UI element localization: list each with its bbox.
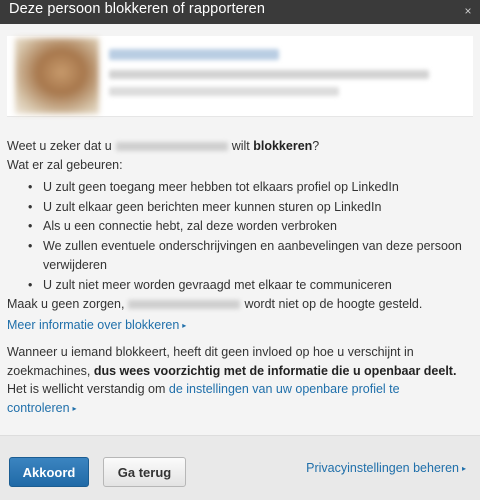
close-icon[interactable]: × [462,4,474,18]
blurred-profile-headline [109,70,429,79]
question-prefix: Weet u zeker dat u [7,139,112,153]
dialog-title: Deze persoon blokkeren of rapporteren [9,1,265,17]
list-item: Als u een connectie hebt, zal deze worde… [28,217,480,237]
list-item: U zult geen toegang meer hebben tot elka… [28,178,480,198]
list-item: U zult elkaar geen berichten meer kunnen… [28,198,480,218]
question-end: ? [312,139,320,153]
profile-card [7,36,473,117]
privacy-settings-link[interactable]: Privacyinstellingen beheren ▸ [306,459,466,478]
what-happens-heading: Wat er zal gebeuren: [7,158,123,172]
list-item: U zult niet meer worden gevraagd met elk… [28,276,480,296]
more-info-link[interactable]: Meer informatie over blokkeren ▸ [7,318,186,332]
more-info-link-label: Meer informatie over blokkeren [7,318,180,332]
back-button[interactable]: Ga terug [103,457,186,487]
reassure-suffix: wordt niet op de hoogte gesteld. [244,297,423,311]
avatar [15,38,99,114]
chevron-right-icon: ▸ [461,464,466,473]
blurred-person-name [128,300,241,310]
question-bold: blokkeren [253,139,313,153]
privacy-settings-link-label: Privacyinstellingen beheren [306,461,459,475]
chevron-right-icon: ▸ [72,403,77,413]
block-question: Weet u zeker dat u wilt blokkeren? [7,137,472,155]
warning-text-2: Het is wellicht verstandig om [7,382,166,396]
blurred-profile-location [109,87,339,96]
effects-list: U zult geen toegang meer hebben tot elka… [7,178,480,295]
blurred-profile-name [109,49,279,60]
dialog-footer: Akkoord Ga terug Privacyinstellingen beh… [0,435,480,500]
warning-text: Wanneer u iemand blokkeert, heeft dit ge… [7,343,465,418]
block-report-dialog: Deze persoon blokkeren of rapporteren × … [0,0,480,500]
dialog-titlebar: Deze persoon blokkeren of rapporteren × [0,0,480,24]
question-middle: wilt [231,139,250,153]
reassure-text: Maak u geen zorgen, wordt niet op de hoog… [7,295,472,313]
warning-bold: dus wees voorzichtig met de informatie d… [93,363,457,378]
reassure-prefix: Maak u geen zorgen, [7,297,125,311]
chevron-right-icon: ▸ [182,321,187,330]
more-info: Meer informatie over blokkeren ▸ [7,316,472,335]
dialog-content: Weet u zeker dat u wilt blokkeren? Wat er… [0,24,480,435]
blurred-person-name [115,142,228,152]
list-item: We zullen eventuele onderschrijvingen en… [28,237,480,276]
accept-button[interactable]: Akkoord [9,457,89,487]
